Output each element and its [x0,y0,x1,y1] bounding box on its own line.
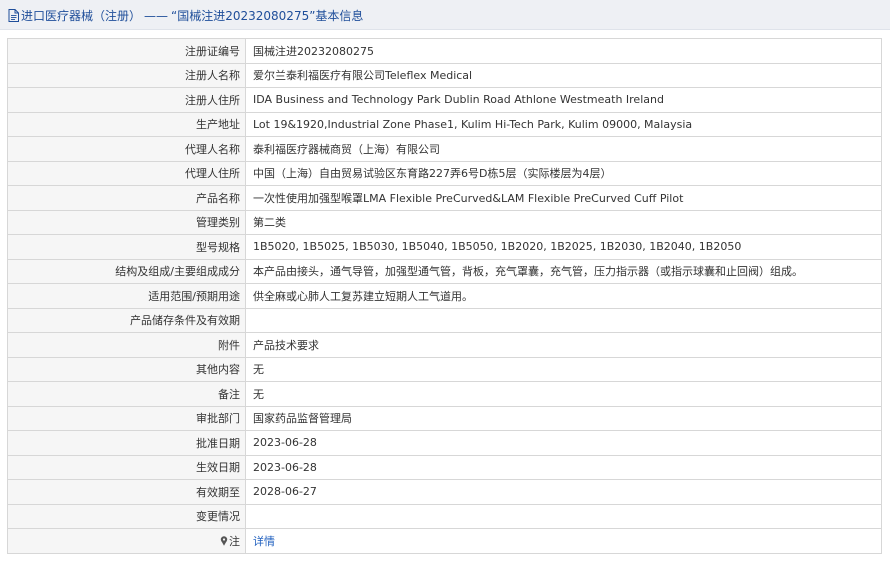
field-value: 无 [245,356,882,382]
field-label: 备注 [7,381,246,407]
field-value: 爱尔兰泰利福医疗有限公司Teleflex Medical [245,62,882,88]
table-row: 结构及组成/主要组成成分 本产品由接头，通气导管，加强型通气管，背板，充气罩囊，充… [7,258,882,284]
details-link[interactable]: 详情 [253,535,275,548]
breadcrumb-prefix: 进口医疗器械（注册） [21,9,142,23]
field-label: 注册证编号 [7,38,246,64]
field-label: 附件 [7,332,246,358]
table-row: 产品储存条件及有效期 [7,307,882,333]
table-row: 生效日期 2023-06-28 [7,454,882,480]
field-value: 第二类 [245,209,882,235]
note-value-cell: 详情 [245,528,882,554]
field-value [245,503,882,529]
field-label: 产品名称 [7,185,246,211]
page-header: 进口医疗器械（注册） —— “国械注进20232080275”基本信息 [0,0,890,30]
breadcrumb-separator: —— [144,8,169,23]
field-value: 中国（上海）自由贸易试验区东育路227弄6号D栋5层（实际楼层为4层） [245,160,882,186]
note-label: 注 [229,534,240,548]
field-value: IDA Business and Technology Park Dublin … [245,87,882,113]
table-row: 注册证编号 国械注进20232080275 [7,38,882,64]
table-row: 代理人名称 泰利福医疗器械商贸（上海）有限公司 [7,136,882,162]
table-row: 型号规格 1B5020, 1B5025, 1B5030, 1B5040, 1B50… [7,234,882,260]
field-label: 其他内容 [7,356,246,382]
table-row: 审批部门 国家药品监督管理局 [7,405,882,431]
table-row: 代理人住所 中国（上海）自由贸易试验区东育路227弄6号D栋5层（实际楼层为4层） [7,160,882,186]
field-label: 批准日期 [7,430,246,456]
table-row: 适用范围/预期用途 供全麻或心肺人工复苏建立短期人工气道用。 [7,283,882,309]
document-icon [8,9,19,22]
field-label: 结构及组成/主要组成成分 [7,258,246,284]
field-label: 适用范围/预期用途 [7,283,246,309]
note-label-cell: 注 [7,528,246,554]
table-row: 管理类别 第二类 [7,209,882,235]
field-value: 2028-06-27 [245,479,882,505]
field-value: 供全麻或心肺人工复苏建立短期人工气道用。 [245,283,882,309]
table-row: 有效期至 2028-06-27 [7,479,882,505]
field-value: 国械注进20232080275 [245,38,882,64]
field-label: 型号规格 [7,234,246,260]
table-row: 批准日期 2023-06-28 [7,430,882,456]
table-row: 附件 产品技术要求 [7,332,882,358]
note-row: 注详情 [7,528,882,554]
field-value: 1B5020, 1B5025, 1B5030, 1B5040, 1B5050, … [245,234,882,260]
field-value: 国家药品监督管理局 [245,405,882,431]
table-row: 生产地址 Lot 19&1920,Industrial Zone Phase1, … [7,111,882,137]
field-label: 注册人住所 [7,87,246,113]
field-label: 代理人名称 [7,136,246,162]
field-label: 生效日期 [7,454,246,480]
field-value [245,307,882,333]
table-row: 变更情况 [7,503,882,529]
field-label: 变更情况 [7,503,246,529]
field-value: Lot 19&1920,Industrial Zone Phase1, Kuli… [245,111,882,137]
header-title: 进口医疗器械（注册） —— “国械注进20232080275”基本信息 [8,7,363,24]
field-value: 2023-06-28 [245,454,882,480]
table-row: 备注无 [7,381,882,407]
field-value: 无 [245,381,882,407]
field-label: 有效期至 [7,479,246,505]
table-row: 注册人名称 爱尔兰泰利福医疗有限公司Teleflex Medical [7,62,882,88]
field-label: 代理人住所 [7,160,246,186]
table-row: 产品名称 一次性使用加强型喉罩LMA Flexible PreCurved&LAM… [7,185,882,211]
field-value: 本产品由接头，通气导管，加强型通气管，背板，充气罩囊，充气管，压力指示器（或指示… [245,258,882,284]
field-label: 注册人名称 [7,62,246,88]
field-label: 生产地址 [7,111,246,137]
field-value: 产品技术要求 [245,332,882,358]
field-value: 泰利福医疗器械商贸（上海）有限公司 [245,136,882,162]
field-label: 管理类别 [7,209,246,235]
field-value: 2023-06-28 [245,430,882,456]
field-label: 产品储存条件及有效期 [7,307,246,333]
field-label: 审批部门 [7,405,246,431]
detail-table: 注册证编号 国械注进20232080275 注册人名称 爱尔兰泰利福医疗有限公司Tel… [7,38,882,554]
pin-icon [220,536,228,546]
table-row: 注册人住所 IDA Business and Technology Park Du… [7,87,882,113]
field-value: 一次性使用加强型喉罩LMA Flexible PreCurved&LAM Fle… [245,185,882,211]
record-title: “国械注进20232080275”基本信息 [171,9,364,23]
table-row: 其他内容无 [7,356,882,382]
